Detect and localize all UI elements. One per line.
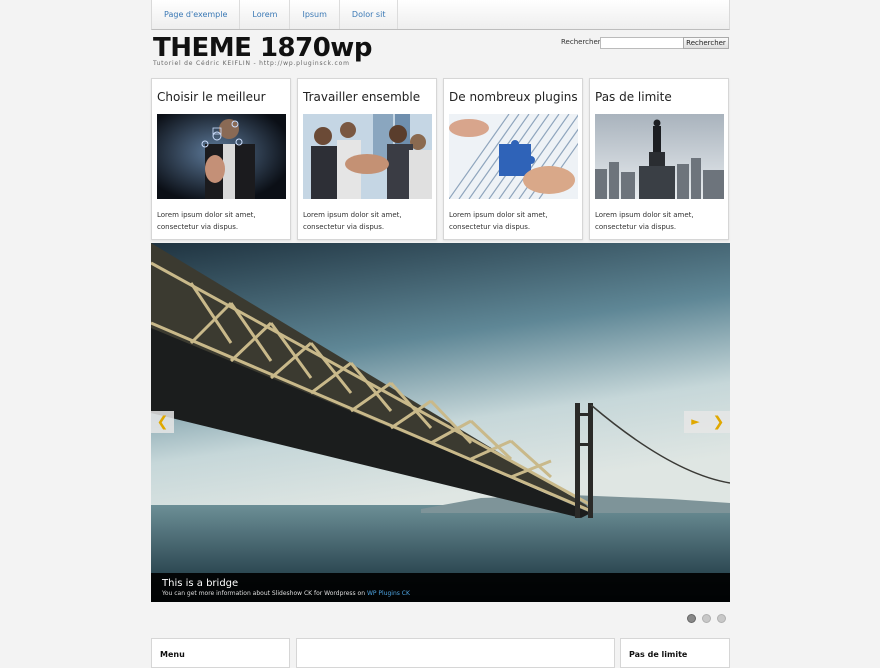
right-panel-title: Pas de limite bbox=[629, 650, 688, 659]
slide-dot-1[interactable] bbox=[687, 614, 696, 623]
nav-item-page-exemple[interactable]: Page d'exemple bbox=[152, 0, 241, 29]
search-button[interactable]: Rechercher bbox=[683, 37, 729, 49]
feature-boxes: Choisir le meilleur Lorem ipsum dolor si… bbox=[151, 78, 730, 240]
feature-title[interactable]: Travailler ensemble bbox=[303, 90, 420, 104]
caption-title: This is a bridge bbox=[162, 578, 239, 589]
slideshow-next-button[interactable]: ❯ bbox=[707, 411, 730, 433]
site-logo-subtitle: Tutoriel de Cédric KEIFLIN - http://wp.p… bbox=[153, 60, 350, 67]
nav-item-ipsum[interactable]: Ipsum bbox=[290, 0, 340, 29]
menu-panel-title: Menu bbox=[160, 650, 185, 659]
search-label: Rechercher : bbox=[561, 38, 606, 46]
bridge-image bbox=[151, 243, 730, 602]
businessman-touchscreen-image bbox=[157, 114, 286, 199]
slide-dot-2[interactable] bbox=[702, 614, 711, 623]
sidebar-menu-panel: Menu bbox=[151, 638, 290, 668]
man-on-skyscraper-image bbox=[595, 114, 724, 199]
feature-box-plugins: De nombreux plugins Lorem ipsum dolor si… bbox=[443, 78, 583, 240]
team-hands-image bbox=[303, 114, 432, 199]
right-sidebar-panel: Pas de limite bbox=[620, 638, 730, 668]
feature-title[interactable]: Choisir le meilleur bbox=[157, 90, 266, 104]
top-navigation: Page d'exemple Lorem Ipsum Dolor sit bbox=[151, 0, 730, 30]
caption-text: You can get more information about Slide… bbox=[162, 590, 410, 597]
slideshow-play-button[interactable]: ► bbox=[684, 411, 707, 433]
slideshow-prev-button[interactable]: ❮ bbox=[151, 411, 174, 433]
feature-box-choisir: Choisir le meilleur Lorem ipsum dolor si… bbox=[151, 78, 291, 240]
feature-title[interactable]: De nombreux plugins bbox=[449, 90, 578, 104]
nav-item-dolor-sit[interactable]: Dolor sit bbox=[340, 0, 399, 29]
slideshow: ❮ ► ❯ This is a bridge You can get more … bbox=[151, 243, 730, 602]
puzzle-hands-image bbox=[449, 114, 578, 199]
feature-box-travailler: Travailler ensemble Lorem ipsum dolor si… bbox=[297, 78, 437, 240]
feature-text: Lorem ipsum dolor sit amet, consectetur … bbox=[303, 211, 402, 231]
feature-text: Lorem ipsum dolor sit amet, consectetur … bbox=[595, 211, 694, 231]
site-logo-title[interactable]: THEME 1870wp bbox=[153, 33, 372, 63]
feature-box-limite: Pas de limite Lorem ipsum dolor sit amet… bbox=[589, 78, 729, 240]
feature-text: Lorem ipsum dolor sit amet, consectetur … bbox=[157, 211, 256, 231]
main-content-panel bbox=[296, 638, 615, 668]
feature-text: Lorem ipsum dolor sit amet, consectetur … bbox=[449, 211, 548, 231]
slideshow-pagination bbox=[687, 614, 726, 623]
nav-item-lorem[interactable]: Lorem bbox=[240, 0, 291, 29]
slideshow-caption: This is a bridge You can get more inform… bbox=[151, 573, 730, 602]
caption-link[interactable]: WP Plugins CK bbox=[367, 590, 410, 597]
feature-title[interactable]: Pas de limite bbox=[595, 90, 672, 104]
search-input[interactable] bbox=[600, 37, 686, 49]
slide-dot-3[interactable] bbox=[717, 614, 726, 623]
